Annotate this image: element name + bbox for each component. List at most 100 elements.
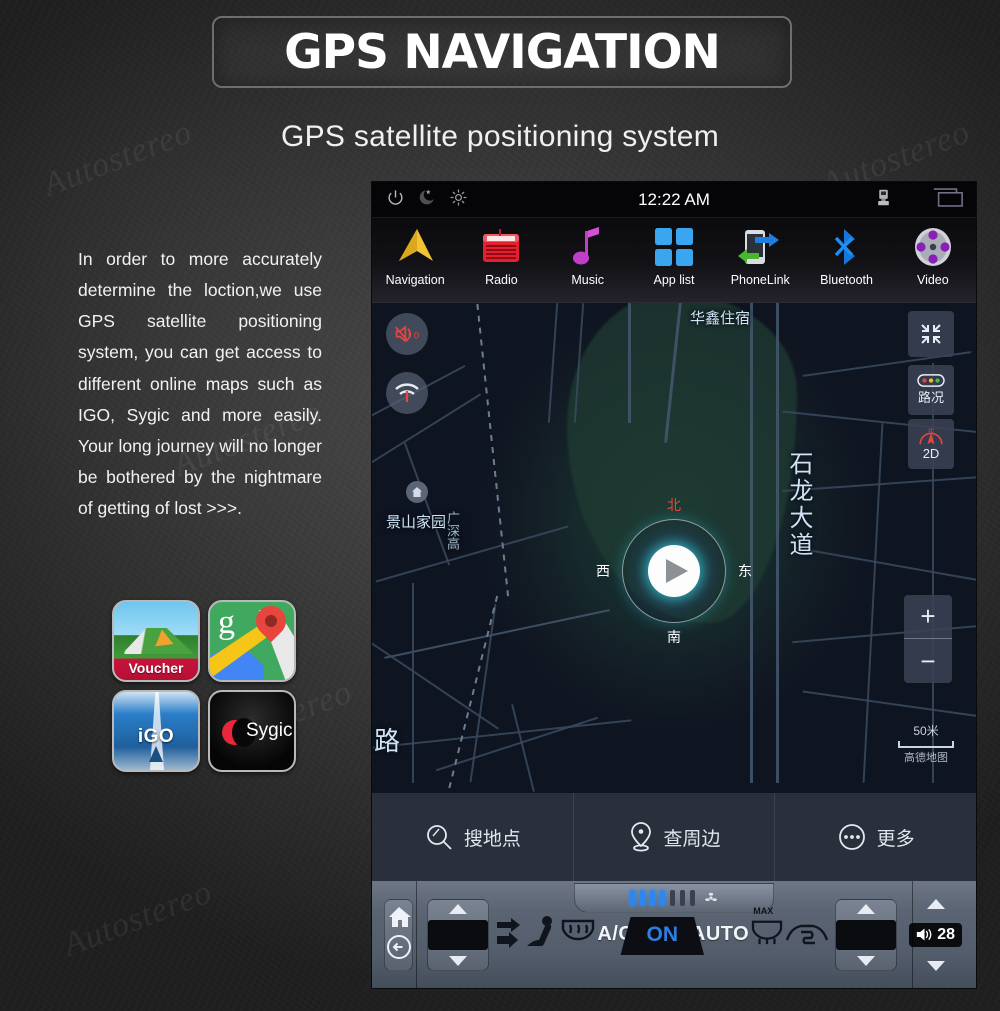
- road-shilong: 石龙大道: [785, 451, 813, 559]
- launcher-label: Video: [916, 273, 949, 287]
- page-title-plate: GPS NAVIGATION: [212, 16, 792, 88]
- launcher-item-video[interactable]: Video: [890, 218, 976, 302]
- voucher-app-icon[interactable]: Voucher: [112, 600, 200, 682]
- music-note-icon: [571, 224, 605, 270]
- screen-icon[interactable]: [932, 187, 964, 213]
- scale-bar: [898, 741, 954, 748]
- defrost-rear-icon[interactable]: MAX: [749, 906, 785, 951]
- temp-up-icon[interactable]: [857, 903, 876, 914]
- volume-down-icon[interactable]: [926, 960, 945, 971]
- compass-south: 南: [667, 630, 681, 646]
- driver-temp-display: [428, 919, 489, 950]
- max-label: MAX: [753, 906, 774, 916]
- air-recirculation-icon[interactable]: [785, 918, 829, 951]
- puck-core: [648, 545, 700, 597]
- usb-drive-icon: [875, 188, 892, 212]
- tool-label: 搜地点: [463, 828, 521, 850]
- signal-strength-button[interactable]: [386, 372, 428, 414]
- film-reel-icon: [912, 224, 954, 270]
- volume-control[interactable]: 28: [909, 898, 962, 971]
- defrost-front-icon[interactable]: [559, 917, 597, 952]
- launcher-label: Radio: [485, 273, 518, 287]
- google-maps-app-icon[interactable]: g: [208, 600, 296, 682]
- view-mode-button[interactable]: 北 2D: [908, 419, 954, 469]
- svg-text:北: 北: [928, 428, 934, 435]
- temp-down-icon[interactable]: [449, 955, 468, 966]
- scale-value: 50米: [913, 724, 939, 738]
- launcher-item-music[interactable]: Music: [545, 218, 631, 302]
- speaker-muted-icon: 0: [395, 325, 419, 343]
- map-canvas[interactable]: 华鑫住宿 景山家园 广深高 石龙大道 路 0 路况 北 2D + − 50米 高…: [372, 303, 976, 793]
- driver-temp-rocker[interactable]: [427, 898, 490, 971]
- collapse-button[interactable]: [908, 311, 954, 357]
- fan-icon: [705, 892, 717, 901]
- description-text: In order to more accurately determine th…: [78, 249, 322, 519]
- passenger-temp-rocker[interactable]: [835, 898, 898, 971]
- google-g-letter: g: [218, 604, 235, 641]
- collapse-arrows-icon: [921, 324, 941, 344]
- home-icon[interactable]: [386, 905, 412, 934]
- voucher-label: Voucher: [128, 660, 184, 676]
- poi-huaxin: 华鑫住宿: [690, 309, 751, 327]
- grid-squares-icon: [654, 224, 694, 270]
- phone-link-icon: [737, 224, 783, 270]
- navigation-arrow-icon: [393, 224, 437, 270]
- launcher-item-navigation[interactable]: Navigation: [372, 218, 458, 302]
- back-arrow-icon[interactable]: [386, 934, 412, 965]
- temp-up-icon[interactable]: [449, 903, 468, 914]
- launcher-label: PhoneLink: [730, 273, 790, 287]
- poi-house-marker[interactable]: [406, 481, 428, 503]
- launcher-item-applist[interactable]: App list: [631, 218, 717, 302]
- heading-arrow-icon: [666, 559, 688, 583]
- volume-up-icon[interactable]: [926, 898, 945, 909]
- climate-on-button[interactable]: ON: [620, 917, 705, 955]
- radio-icon: [480, 224, 522, 270]
- zoom-controls: + −: [904, 595, 952, 683]
- map-pin-icon: [630, 822, 651, 852]
- igo-label: iGO: [137, 726, 175, 747]
- tool-label: 更多: [876, 828, 915, 850]
- watermark: Autostereo: [58, 873, 218, 964]
- sygic-label: Sygic: [246, 720, 293, 741]
- compass-2d-icon: 北: [919, 428, 943, 444]
- temp-down-icon[interactable]: [857, 955, 876, 966]
- tool-label: 查周边: [663, 828, 721, 850]
- seat-airflow-icon[interactable]: [523, 912, 559, 957]
- launcher-item-phonelink[interactable]: PhoneLink: [717, 218, 803, 302]
- magnifier-icon: [426, 825, 452, 850]
- zoom-in-button[interactable]: +: [904, 595, 952, 639]
- launcher-item-bluetooth[interactable]: Bluetooth: [803, 218, 889, 302]
- launcher-label: Navigation: [385, 273, 445, 287]
- poi-jingshan: 景山家园: [386, 513, 447, 531]
- vehicle-position-puck[interactable]: 北 南 西 东: [596, 498, 752, 646]
- ellipsis-icon: [838, 824, 865, 850]
- launcher-label: Bluetooth: [820, 273, 873, 287]
- sygic-app-icon[interactable]: Sygic: [208, 690, 296, 772]
- app-launcher-bar: Navigation Radio Music App list PhoneLin…: [372, 218, 976, 303]
- launcher-item-radio[interactable]: Radio: [458, 218, 544, 302]
- traffic-button[interactable]: 路况: [908, 365, 954, 415]
- wifi-signal-icon: [395, 383, 419, 402]
- map-tool-bar: 搜地点 查周边 更多: [372, 793, 976, 881]
- zoom-out-button[interactable]: −: [904, 639, 952, 683]
- airflow-icon[interactable]: [495, 910, 523, 959]
- traffic-label: 路况: [917, 390, 944, 405]
- map-provider: 高德地图: [904, 752, 948, 764]
- igo-app-icon[interactable]: iGO: [112, 690, 200, 772]
- search-place-tool[interactable]: 搜地点: [372, 793, 574, 881]
- compass-north: 北: [667, 498, 681, 514]
- traffic-light-icon: [917, 374, 945, 387]
- home-back-buttons: [384, 898, 414, 971]
- svg-text:0: 0: [414, 330, 419, 341]
- mute-traffic-voice-button[interactable]: 0: [386, 313, 428, 355]
- map-app-icons: Voucher g iGO Sygic: [112, 600, 296, 772]
- page-subtitle: GPS satellite positioning system: [280, 120, 720, 153]
- compass-east: 东: [738, 564, 752, 580]
- volume-display: 28: [909, 922, 962, 947]
- road-lu: 路: [374, 727, 401, 757]
- nearby-tool[interactable]: 查周边: [574, 793, 776, 881]
- more-tool[interactable]: 更多: [775, 793, 976, 881]
- passenger-temp-display: [836, 919, 897, 950]
- map-scale: 50米 高德地图: [898, 722, 954, 765]
- volume-value: 28: [937, 925, 955, 943]
